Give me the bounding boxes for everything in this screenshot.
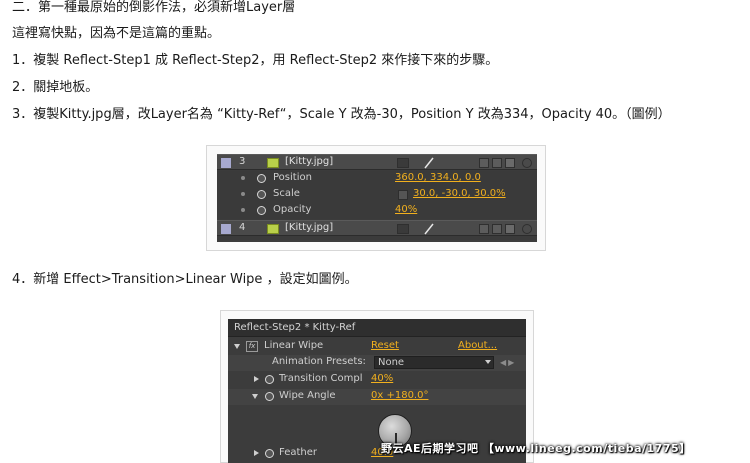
position-value[interactable]: 360.0, 334.0, 0.0 [395,172,481,183]
preset-nav-arrows-icon[interactable]: ◀▶ [500,358,516,367]
disclosure-down-icon[interactable] [252,394,258,399]
presets-label: Animation Presets: [272,356,366,367]
layer-row-4[interactable]: 4 [Kitty.jpg] [217,220,537,236]
reset-link[interactable]: Reset [371,340,399,351]
scale-value[interactable]: 30.0, -30.0, 30.0% [413,188,506,199]
switch-box-icon[interactable] [479,158,489,168]
image-layer-icon [267,158,279,168]
bullet-icon [241,192,245,196]
presets-value: None [378,357,405,368]
watermark: 野云AE后期学习吧 【www.lineeg.com/tieba/1775】 [381,442,691,455]
switch-box-icon[interactable] [492,158,502,168]
animation-presets-row: Animation Presets: None ◀▶ [228,355,526,371]
stopwatch-icon[interactable] [257,174,266,183]
label-color-swatch[interactable] [221,224,231,234]
constrain-proportions-icon[interactable] [398,190,408,200]
transition-value[interactable]: 40% [371,373,393,384]
property-row-position: Position 360.0, 334.0, 0.0 [217,171,537,187]
quality-slash-icon[interactable] [423,157,435,169]
disclosure-right-icon[interactable] [254,376,259,382]
presets-dropdown[interactable]: None [374,356,494,369]
section-heading: 二．第一種最原始的倒影作法，必須新增Layer層 [12,0,296,15]
transition-label: Transition Compl [279,373,363,384]
image-layer-icon [267,224,279,234]
layer-number: 3 [239,156,246,167]
parent-pickwhip-icon[interactable] [522,158,532,168]
layer-row-3[interactable]: 3 [Kitty.jpg] [217,154,537,170]
feather-label: Feather [279,447,318,458]
timeline-figure: 3 [Kitty.jpg] Position 360.0, 334.0, 0.0… [206,145,546,251]
property-name: Scale [273,188,300,199]
transition-completion-row: Transition Compl 40% [228,372,526,388]
about-link[interactable]: About... [458,340,497,351]
timeline-panel: 3 [Kitty.jpg] Position 360.0, 334.0, 0.0… [217,154,537,242]
effect-name: Linear Wipe [264,340,324,351]
stopwatch-icon[interactable] [265,375,274,384]
switch-box-icon[interactable] [492,224,502,234]
quality-slash-icon[interactable] [423,223,435,235]
property-row-scale: Scale 30.0, -30.0, 30.0% [217,187,537,203]
bullet-icon [241,176,245,180]
shy-switch-icon[interactable] [397,158,409,168]
stopwatch-icon[interactable] [257,190,266,199]
effect-header-row: fx Linear Wipe Reset About... [228,339,526,355]
step-4-text: 4．新增 Effect>Transition>Linear Wipe ，設定如圖… [12,272,358,287]
bullet-icon [241,208,245,212]
stopwatch-icon[interactable] [265,392,274,401]
stopwatch-icon[interactable] [265,449,274,458]
opacity-value[interactable]: 40% [395,204,417,215]
step-2-text: 2．關掉地板。 [12,80,99,95]
disclosure-right-icon[interactable] [254,450,259,456]
property-name: Opacity [273,204,312,215]
label-color-swatch[interactable] [221,158,231,168]
chevron-down-icon [485,360,491,364]
parent-pickwhip-icon[interactable] [522,224,532,234]
property-row-opacity: Opacity 40% [217,203,537,219]
wipe-angle-row: Wipe Angle 0x +180.0° [228,389,526,405]
layer-name[interactable]: [Kitty.jpg] [285,156,333,167]
switch-box-icon[interactable] [479,224,489,234]
step-3-text: 3．複製Kitty.jpg層，改Layer名為 “Kitty-Ref“，Scal… [12,107,671,122]
panel-title: Reflect-Step2 * Kitty-Ref [228,319,526,337]
disclosure-down-icon[interactable] [234,344,240,349]
fx-toggle-icon[interactable]: fx [246,341,258,352]
wipe-angle-value[interactable]: 0x +180.0° [371,390,428,401]
3d-cube-icon[interactable] [505,158,515,168]
wipe-angle-label: Wipe Angle [279,390,336,401]
layer-number: 4 [239,222,246,233]
step-1-text: 1．複製 Reflect-Step1 成 Reflect-Step2，用 Ref… [12,53,499,68]
stopwatch-icon[interactable] [257,206,266,215]
layer-name[interactable]: [Kitty.jpg] [285,222,333,233]
property-name: Position [273,172,312,183]
3d-cube-icon[interactable] [505,224,515,234]
intro-text: 這裡寫快點，因為不是這篇的重點。 [12,26,221,41]
shy-switch-icon[interactable] [397,224,409,234]
